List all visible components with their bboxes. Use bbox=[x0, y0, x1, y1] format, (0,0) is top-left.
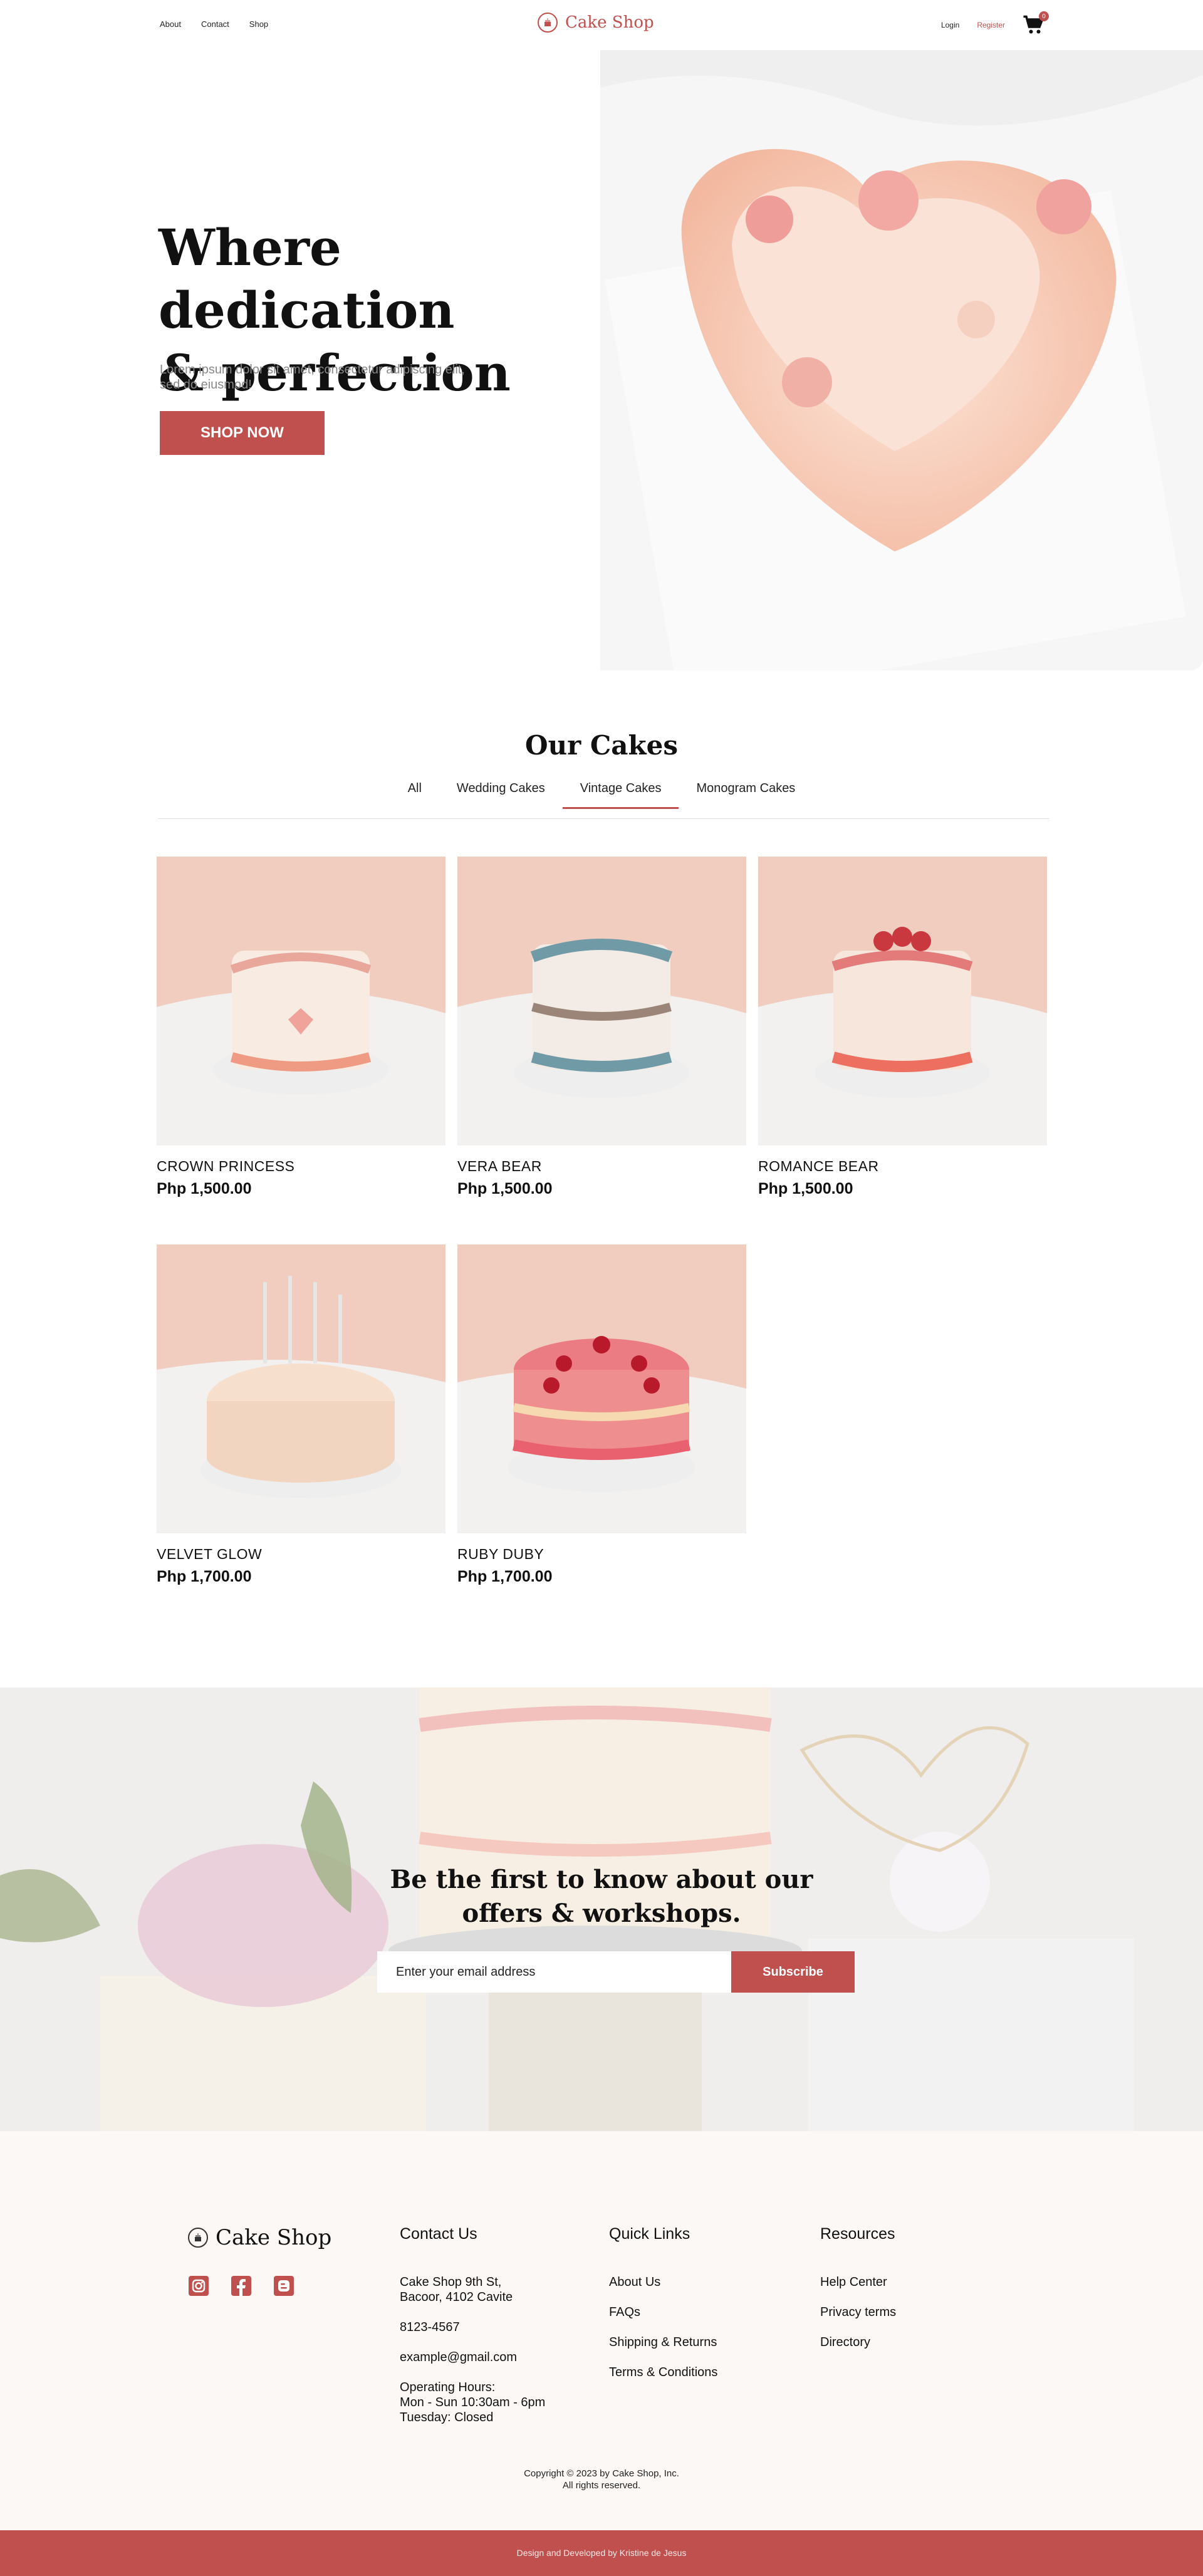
copyright-line2: All rights reserved. bbox=[562, 2480, 641, 2491]
footer-link-faqs[interactable]: FAQs bbox=[609, 2305, 717, 2320]
tab-all[interactable]: All bbox=[390, 781, 439, 808]
blogger-icon[interactable] bbox=[273, 2275, 294, 2297]
tabs-divider bbox=[158, 818, 1049, 819]
footer-contact-column: Contact Us Cake Shop 9th St, Bacoor, 4102… bbox=[400, 2225, 545, 2440]
copyright: Copyright © 2023 by Cake Shop, Inc. All … bbox=[0, 2468, 1203, 2491]
product-image bbox=[457, 1244, 746, 1533]
product-image bbox=[157, 1244, 445, 1533]
product-name: CROWN PRINCESS bbox=[157, 1158, 295, 1174]
footer-resources-column: Resources Help Center Privacy terms Dire… bbox=[820, 2225, 896, 2365]
product-name: VELVET GLOW bbox=[157, 1546, 263, 1562]
product-price: Php 1,700.00 bbox=[457, 1568, 553, 1585]
resources-heading: Resources bbox=[820, 2225, 895, 2243]
footer-link-terms-conditions[interactable]: Terms & Conditions bbox=[609, 2365, 717, 2380]
social-links bbox=[188, 2275, 294, 2297]
hours-line2: Tuesday: Closed bbox=[400, 2411, 494, 2424]
contact-phone: 8123-4567 bbox=[400, 2320, 460, 2334]
footer-link-about-us[interactable]: About Us bbox=[609, 2275, 717, 2290]
credit-text: Design and Developed by Kristine de Jesu… bbox=[516, 2548, 687, 2558]
product-card-romance-bear[interactable]: ROMANCE BEAR Php 1,500.00 bbox=[758, 857, 1047, 1198]
tab-wedding-cakes[interactable]: Wedding Cakes bbox=[439, 781, 563, 808]
register-link[interactable]: Register bbox=[977, 21, 1005, 29]
footer-link-shipping-returns[interactable]: Shipping & Returns bbox=[609, 2335, 717, 2350]
product-price: Php 1,700.00 bbox=[157, 1568, 252, 1585]
newsletter-title-line2: offers & workshops. bbox=[462, 1899, 741, 1928]
operating-hours: Operating Hours: Mon - Sun 10:30am - 6pm T… bbox=[400, 2380, 545, 2425]
hero-section: Where dedication & perfection meet. Lore… bbox=[0, 50, 1203, 670]
instagram-icon[interactable] bbox=[188, 2275, 209, 2297]
address-line2: Bacoor, 4102 Cavite bbox=[400, 2290, 513, 2304]
login-link[interactable]: Login bbox=[941, 21, 959, 29]
footer-link-privacy-terms[interactable]: Privacy terms bbox=[820, 2305, 896, 2320]
footer-quick-links-column: Quick Links About Us FAQs Shipping & Ret… bbox=[609, 2225, 717, 2395]
product-name: ROMANCE BEAR bbox=[758, 1158, 879, 1174]
brand-name: Cake Shop bbox=[565, 13, 654, 32]
product-image bbox=[758, 857, 1047, 1145]
cart-button[interactable]: 0 bbox=[1023, 11, 1049, 36]
product-card-ruby-duby[interactable]: RUBY DUBY Php 1,700.00 bbox=[457, 1244, 746, 1586]
product-card-velvet-glow[interactable]: VELVET GLOW Php 1,700.00 bbox=[157, 1244, 445, 1586]
footer-link-help-center[interactable]: Help Center bbox=[820, 2275, 896, 2290]
copyright-line1: Copyright © 2023 by Cake Shop, Inc. bbox=[524, 2468, 679, 2479]
our-cakes-heading: Our Cakes bbox=[525, 730, 678, 761]
product-price: Php 1,500.00 bbox=[457, 1180, 553, 1197]
product-image bbox=[157, 857, 445, 1145]
nav-links: About Contact Shop bbox=[160, 19, 268, 29]
hours-title: Operating Hours: bbox=[400, 2380, 496, 2394]
hero-cake-image bbox=[600, 50, 1203, 670]
product-name: RUBY DUBY bbox=[457, 1546, 544, 1562]
newsletter-title-line1: Be the first to know about our bbox=[390, 1865, 813, 1894]
brand-logo-link[interactable]: Cake Shop bbox=[538, 13, 654, 33]
cake-category-tabs: All Wedding Cakes Vintage Cakes Monogram… bbox=[0, 781, 1203, 809]
tab-vintage-cakes[interactable]: Vintage Cakes bbox=[562, 781, 679, 809]
quick-links-heading: Quick Links bbox=[609, 2225, 690, 2243]
cake-shop-logo-icon bbox=[188, 2228, 208, 2248]
nav-shop-link[interactable]: Shop bbox=[249, 19, 268, 29]
product-card-crown-princess[interactable]: CROWN PRINCESS Php 1,500.00 bbox=[157, 857, 445, 1198]
newsletter-email-input[interactable] bbox=[377, 1951, 731, 1993]
footer-brand-name: Cake Shop bbox=[216, 2225, 332, 2250]
nav-about-link[interactable]: About bbox=[160, 19, 181, 29]
footer-link-directory[interactable]: Directory bbox=[820, 2335, 896, 2350]
footer-brand[interactable]: Cake Shop bbox=[188, 2225, 331, 2250]
product-card-vera-bear[interactable]: VERA BEAR Php 1,500.00 bbox=[457, 857, 746, 1198]
product-image bbox=[457, 857, 746, 1145]
hours-line1: Mon - Sun 10:30am - 6pm bbox=[400, 2396, 546, 2409]
hero-title-line1: Where dedication bbox=[159, 218, 455, 340]
contact-address: Cake Shop 9th St, Bacoor, 4102 Cavite bbox=[400, 2275, 545, 2305]
product-name: VERA BEAR bbox=[457, 1158, 542, 1174]
nav-contact-link[interactable]: Contact bbox=[201, 19, 229, 29]
top-nav: About Contact Shop Cake Shop Login Regis… bbox=[0, 0, 1203, 50]
contact-email: example@gmail.com bbox=[400, 2350, 518, 2364]
shop-now-button[interactable]: SHOP NOW bbox=[160, 411, 325, 455]
tab-monogram-cakes[interactable]: Monogram Cakes bbox=[679, 781, 813, 808]
product-price: Php 1,500.00 bbox=[758, 1180, 853, 1197]
contact-heading: Contact Us bbox=[400, 2225, 477, 2243]
cake-shop-logo-icon bbox=[538, 13, 558, 33]
subscribe-button[interactable]: Subscribe bbox=[731, 1951, 855, 1993]
footer: Cake Shop Contact Us Cake Shop 9th St, Ba… bbox=[0, 2131, 1203, 2530]
cart-count-badge: 0 bbox=[1039, 11, 1049, 21]
facebook-icon[interactable] bbox=[231, 2275, 252, 2297]
address-line1: Cake Shop 9th St, bbox=[400, 2275, 502, 2289]
hero-subtitle: Lorem ipsum dolor sit amet, consectetur … bbox=[160, 363, 465, 392]
nav-account: Login Register 0 bbox=[941, 11, 1049, 36]
newsletter-title: Be the first to know about our offers & … bbox=[0, 1863, 1203, 1931]
credit-bar: Design and Developed by Kristine de Jesu… bbox=[0, 2530, 1203, 2576]
product-price: Php 1,500.00 bbox=[157, 1180, 252, 1197]
